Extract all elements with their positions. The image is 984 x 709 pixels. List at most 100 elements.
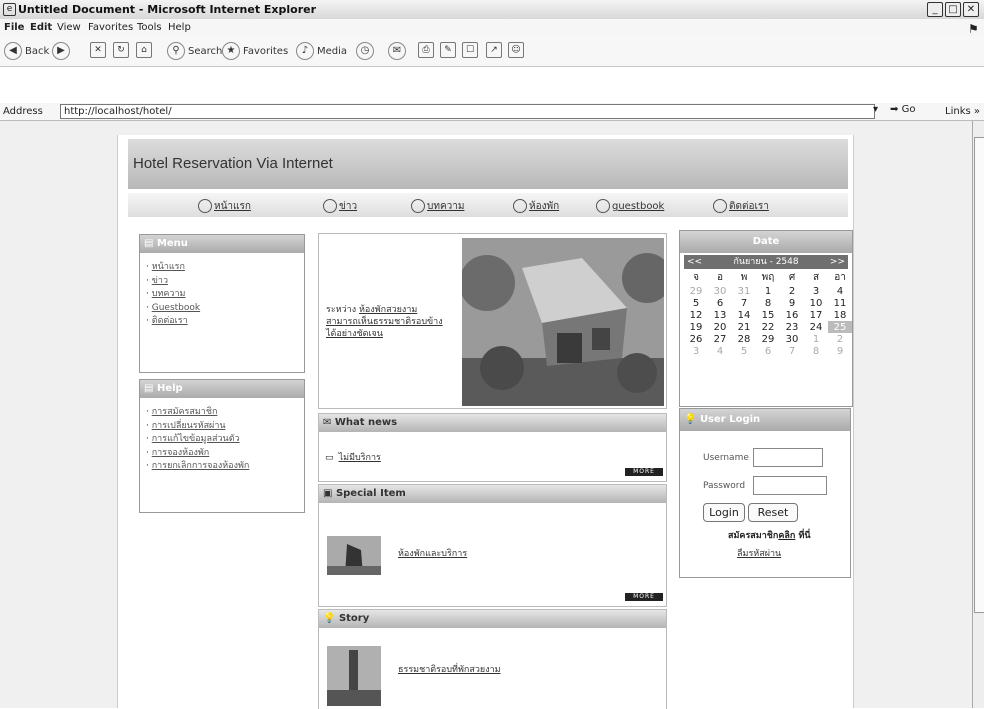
menu-link-news[interactable]: ข่าว bbox=[152, 276, 168, 286]
menu-view[interactable]: View bbox=[57, 22, 81, 33]
whatnews-more-button[interactable]: MORE bbox=[625, 468, 663, 476]
favorites-button[interactable]: ★ Favorites bbox=[222, 42, 288, 60]
calendar-date[interactable]: 8 bbox=[756, 297, 780, 309]
address-dropdown-icon[interactable]: ▾ bbox=[873, 104, 878, 115]
menu-help[interactable]: Help bbox=[168, 22, 191, 33]
calendar-date[interactable]: 1 bbox=[756, 285, 780, 297]
calendar-date[interactable]: 23 bbox=[780, 321, 804, 333]
calendar-date[interactable]: 24 bbox=[804, 321, 828, 333]
story-link[interactable]: ธรรมชาติรอบที่พักสวยงาม bbox=[398, 662, 501, 676]
hero-line-2[interactable]: ได้อย่างชัดเจน bbox=[326, 329, 383, 339]
calendar-date[interactable]: 30 bbox=[780, 333, 804, 345]
calendar-date[interactable]: 29 bbox=[756, 333, 780, 345]
calendar-date-selected[interactable]: 25 bbox=[828, 321, 852, 333]
calendar-date[interactable]: 2 bbox=[780, 285, 804, 297]
help-link-cancel-booking[interactable]: การยกเลิกการจองห้องพัก bbox=[152, 461, 250, 471]
search-button[interactable]: ⚲ Search bbox=[167, 42, 222, 60]
calendar-date[interactable]: 21 bbox=[732, 321, 756, 333]
calendar-date[interactable]: 16 bbox=[780, 309, 804, 321]
links-button[interactable]: Links » bbox=[945, 106, 980, 117]
menu-link-home[interactable]: หน้าแรก bbox=[152, 262, 185, 272]
discuss-button[interactable]: ☐ bbox=[462, 42, 478, 60]
nav-home[interactable]: หน้าแรก bbox=[198, 199, 251, 214]
stop-button[interactable]: ✕ bbox=[90, 42, 106, 60]
calendar-date[interactable]: 10 bbox=[804, 297, 828, 309]
calendar-next-button[interactable]: >> bbox=[830, 255, 845, 269]
calendar-date[interactable]: 22 bbox=[756, 321, 780, 333]
reset-button[interactable]: Reset bbox=[748, 503, 798, 522]
research-button[interactable]: ↗ bbox=[486, 42, 502, 60]
calendar-date[interactable]: 8 bbox=[804, 345, 828, 357]
nav-guestbook[interactable]: guestbook bbox=[596, 199, 664, 213]
calendar-date[interactable]: 19 bbox=[684, 321, 708, 333]
history-button[interactable]: ◷ bbox=[356, 42, 377, 60]
messenger-button[interactable]: ☺ bbox=[508, 42, 524, 60]
back-button[interactable]: ◀ Back bbox=[4, 42, 49, 60]
address-input[interactable]: http://localhost/hotel/ bbox=[60, 104, 875, 119]
menu-link-guestbook[interactable]: Guestbook bbox=[152, 303, 200, 313]
mail-button[interactable]: ✉ bbox=[388, 42, 409, 60]
minimize-button[interactable]: _ bbox=[927, 2, 943, 17]
calendar-date[interactable]: 17 bbox=[804, 309, 828, 321]
nav-rooms[interactable]: ห้องพัก bbox=[513, 199, 559, 214]
menu-tools[interactable]: Tools bbox=[137, 22, 162, 33]
go-button[interactable]: ➡ Go bbox=[890, 104, 915, 115]
hero-line-1[interactable]: สามารถเห็นธรรมชาติรอบข้าง bbox=[326, 317, 443, 327]
calendar-date[interactable]: 9 bbox=[828, 345, 852, 357]
forgot-password-link[interactable]: ลืมรหัสผ่าน bbox=[737, 546, 781, 560]
password-input[interactable] bbox=[753, 476, 827, 495]
special-link[interactable]: ห้องพักและบริการ bbox=[398, 546, 467, 560]
calendar-date[interactable]: 11 bbox=[828, 297, 852, 309]
calendar-date[interactable]: 12 bbox=[684, 309, 708, 321]
calendar-date[interactable]: 2 bbox=[828, 333, 852, 345]
vertical-scrollbar[interactable] bbox=[972, 121, 984, 708]
refresh-button[interactable]: ↻ bbox=[113, 42, 129, 60]
edit-page-button[interactable]: ✎ bbox=[440, 42, 456, 60]
register-link[interactable]: คลิก bbox=[778, 531, 795, 541]
menu-file[interactable]: File bbox=[4, 22, 24, 33]
calendar-date[interactable]: 31 bbox=[732, 285, 756, 297]
calendar-date[interactable]: 26 bbox=[684, 333, 708, 345]
menu-edit[interactable]: Edit bbox=[30, 22, 52, 33]
calendar-date[interactable]: 7 bbox=[732, 297, 756, 309]
calendar-date[interactable]: 9 bbox=[780, 297, 804, 309]
nav-articles[interactable]: บทความ bbox=[411, 199, 464, 214]
calendar-date[interactable]: 13 bbox=[708, 309, 732, 321]
calendar-date[interactable]: 3 bbox=[684, 345, 708, 357]
calendar-date[interactable]: 28 bbox=[732, 333, 756, 345]
menu-favorites[interactable]: Favorites bbox=[88, 22, 133, 33]
help-link-booking[interactable]: การจองห้องพัก bbox=[152, 448, 210, 458]
nav-news[interactable]: ข่าว bbox=[323, 199, 357, 214]
calendar-date[interactable]: 6 bbox=[756, 345, 780, 357]
nav-contact[interactable]: ติดต่อเรา bbox=[713, 199, 769, 214]
calendar-date[interactable]: 5 bbox=[684, 297, 708, 309]
maximize-button[interactable]: □ bbox=[945, 2, 961, 17]
hero-link[interactable]: ห้องพักสวยงาม bbox=[359, 305, 417, 315]
special-more-button[interactable]: MORE bbox=[625, 593, 663, 601]
calendar-date[interactable]: 3 bbox=[804, 285, 828, 297]
close-button[interactable]: ✕ bbox=[963, 2, 979, 17]
media-button[interactable]: ♪ Media bbox=[296, 42, 347, 60]
menu-link-contact[interactable]: ติดต่อเรา bbox=[152, 316, 188, 326]
calendar-date[interactable]: 4 bbox=[828, 285, 852, 297]
username-input[interactable] bbox=[753, 448, 823, 467]
calendar-date[interactable]: 15 bbox=[756, 309, 780, 321]
help-link-change-password[interactable]: การเปลี่ยนรหัสผ่าน bbox=[152, 421, 226, 431]
calendar-prev-button[interactable]: << bbox=[687, 255, 702, 269]
calendar-date[interactable]: 20 bbox=[708, 321, 732, 333]
calendar-date[interactable]: 4 bbox=[708, 345, 732, 357]
menu-link-articles[interactable]: บทความ bbox=[152, 289, 186, 299]
print-button[interactable]: ⎙ bbox=[418, 42, 434, 60]
calendar-date[interactable]: 30 bbox=[708, 285, 732, 297]
home-button[interactable]: ⌂ bbox=[136, 42, 152, 60]
calendar-date[interactable]: 27 bbox=[708, 333, 732, 345]
calendar-date[interactable]: 18 bbox=[828, 309, 852, 321]
calendar-date[interactable]: 14 bbox=[732, 309, 756, 321]
calendar-date[interactable]: 29 bbox=[684, 285, 708, 297]
calendar-date[interactable]: 1 bbox=[804, 333, 828, 345]
calendar-date[interactable]: 5 bbox=[732, 345, 756, 357]
calendar-date[interactable]: 6 bbox=[708, 297, 732, 309]
scrollbar-thumb[interactable] bbox=[974, 137, 984, 613]
login-button[interactable]: Login bbox=[703, 503, 745, 522]
forward-button[interactable]: ▶ bbox=[52, 42, 73, 60]
